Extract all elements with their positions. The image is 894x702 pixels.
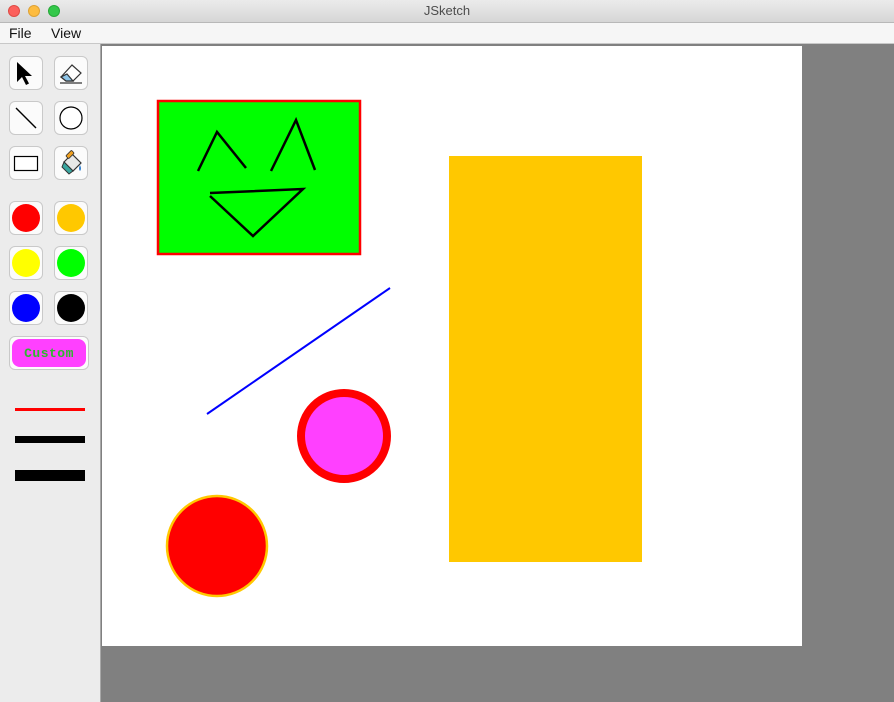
color-black-button[interactable] xyxy=(54,291,88,325)
yellow-swatch xyxy=(12,249,40,277)
tool-palette: Custom xyxy=(0,44,101,702)
app-window: JSketch File View Custom xyxy=(0,0,894,702)
stroke-thick-option[interactable] xyxy=(15,470,85,481)
orange-swatch xyxy=(57,204,85,232)
rectangle-tool-button[interactable] xyxy=(9,146,43,180)
drawing-canvas[interactable] xyxy=(102,46,802,646)
circle-icon xyxy=(59,106,83,130)
drawing-surface xyxy=(156,99,642,598)
line-icon xyxy=(15,107,37,129)
stroke-thin-option[interactable] xyxy=(15,408,85,411)
circle-tool-button[interactable] xyxy=(54,101,88,135)
orange-rectangle-shape[interactable] xyxy=(449,156,642,562)
eraser-tool-button[interactable] xyxy=(54,56,88,90)
canvas-scroll-area xyxy=(101,44,894,702)
custom-color-button[interactable]: Custom xyxy=(9,336,89,370)
blue-swatch xyxy=(12,294,40,322)
menu-file[interactable]: File xyxy=(9,25,32,41)
black-swatch xyxy=(57,294,85,322)
color-green-button[interactable] xyxy=(54,246,88,280)
custom-color-label: Custom xyxy=(24,345,74,361)
red-swatch xyxy=(12,204,40,232)
select-tool-button[interactable] xyxy=(9,56,43,90)
custom-color-swatch: Custom xyxy=(12,339,86,367)
magenta-circle-shape[interactable] xyxy=(297,389,391,483)
color-red-button[interactable] xyxy=(9,201,43,235)
stroke-medium-option[interactable] xyxy=(15,436,85,443)
rectangle-icon xyxy=(13,155,39,172)
color-orange-button[interactable] xyxy=(54,201,88,235)
cursor-arrow-icon xyxy=(17,62,32,85)
green-swatch xyxy=(57,249,85,277)
paint-bucket-icon xyxy=(61,150,82,175)
window-title: JSketch xyxy=(423,3,471,18)
red-circle-shape[interactable] xyxy=(165,494,269,598)
title-bar: JSketch xyxy=(0,0,894,23)
line-tool-button[interactable] xyxy=(9,101,43,135)
fill-tool-button[interactable] xyxy=(54,146,88,180)
color-yellow-button[interactable] xyxy=(9,246,43,280)
color-blue-button[interactable] xyxy=(9,291,43,325)
eraser-icon xyxy=(59,64,82,84)
menu-view[interactable]: View xyxy=(51,25,81,41)
menu-bar: File View xyxy=(0,23,894,44)
